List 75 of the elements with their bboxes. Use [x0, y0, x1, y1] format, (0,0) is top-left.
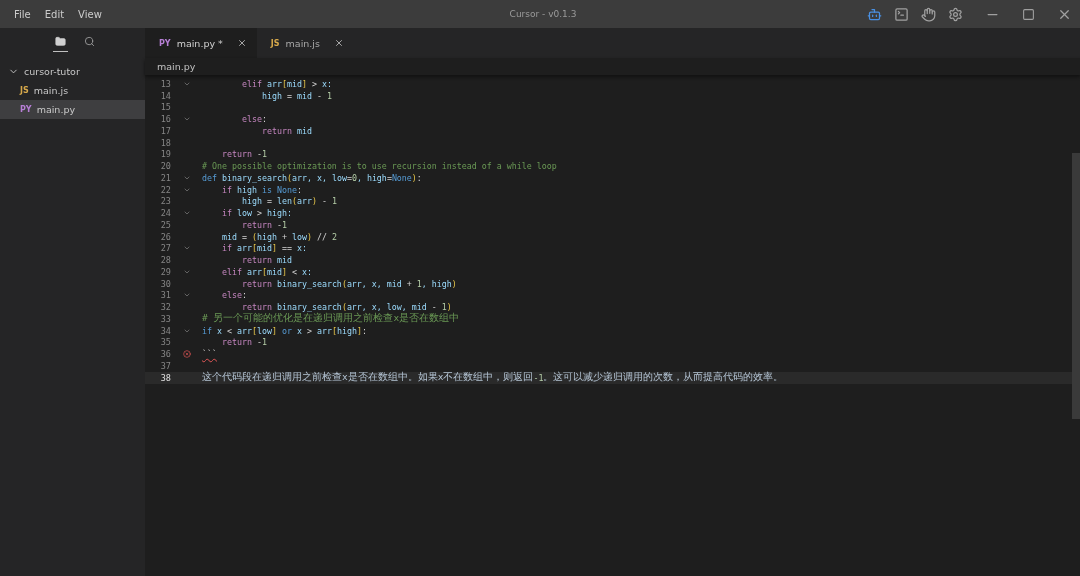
menu-item[interactable]: File — [14, 8, 31, 20]
code-line: elif arr[mid] < x: — [220, 266, 312, 277]
close-icon[interactable] — [333, 38, 344, 48]
file-name: cursor-tutor — [24, 66, 80, 77]
hand-icon[interactable] — [921, 6, 936, 22]
terminal-icon[interactable] — [894, 6, 909, 22]
line-number: 18 — [159, 137, 171, 148]
code-line: 这个代码段在递归调用之前检查x是否在数组中。如果x不在数组中，则返回-1。这可以减少递归调用的次数，从而提高代码的效率。 — [202, 371, 784, 385]
code-line: return mid — [240, 255, 292, 266]
code-line: return -1 — [220, 337, 267, 348]
file-type-label: PY — [159, 38, 171, 48]
file-name: main.js — [33, 85, 69, 96]
scrollbar[interactable] — [1072, 153, 1080, 419]
file-name: main.py — [36, 104, 76, 115]
line-number: 34 — [159, 325, 171, 336]
window-title: Cursor - v0.1.3 — [508, 9, 578, 19]
line-number: 20 — [159, 161, 171, 172]
line-number: 29 — [159, 266, 171, 277]
file-tree-item[interactable]: PY main.py — [0, 100, 145, 119]
close-icon[interactable] — [236, 38, 247, 48]
code-line: if low > high: — [220, 208, 292, 219]
line-number: 13 — [159, 78, 171, 89]
tab-label: main.py * — [176, 37, 224, 49]
line-number: 25 — [159, 219, 171, 230]
code-line: return binary_search(arr, x, mid + 1, high) — [240, 278, 457, 289]
code-line: if x < arr[low] or x > arr[high]: — [202, 325, 367, 336]
folder-icon[interactable] — [52, 34, 68, 52]
line-number: 22 — [159, 184, 171, 195]
code-line: mid = (high + low) // 2 — [220, 231, 337, 242]
code-line: if high is None: — [220, 184, 302, 195]
line-number: 36 — [159, 349, 171, 360]
line-number: 32 — [159, 302, 171, 313]
line-number: 17 — [159, 125, 171, 136]
file-type-label: PY — [20, 105, 32, 114]
code-line: return mid — [260, 125, 312, 136]
robot-icon[interactable] — [867, 6, 882, 22]
line-number: 21 — [159, 172, 171, 183]
tab-label: main.js — [285, 37, 321, 49]
line-number: 24 — [159, 208, 171, 219]
menu-item[interactable]: Edit — [44, 8, 65, 20]
file-tree-item[interactable]: JS main.js — [0, 81, 145, 100]
file-tree-item[interactable]: cursor-tutor — [0, 62, 145, 81]
line-number: 31 — [159, 290, 171, 301]
code-line: # One possible optimization is to use recursion instead of a while loop — [202, 161, 557, 172]
file-type-label: JS — [270, 38, 280, 48]
line-number: 23 — [159, 196, 171, 207]
line-number: 38 — [159, 372, 171, 383]
code-line: return binary_search(arr, x, low, mid - 1) — [241, 302, 452, 313]
code-line: else: — [240, 114, 267, 125]
line-number: 33 — [159, 313, 171, 324]
line-number: 26 — [159, 231, 171, 242]
line-number: 30 — [159, 278, 171, 289]
menu-item[interactable]: View — [78, 8, 102, 20]
line-number: 14 — [159, 90, 171, 101]
code-line: def binary_search(arr, x, low=0, high=None): — [202, 172, 422, 183]
code-line: if arr[mid] == x: — [220, 243, 307, 254]
code-line: return -1 — [240, 219, 287, 230]
code-line: high = len(arr) - 1 — [240, 196, 337, 207]
line-number: 28 — [159, 255, 171, 266]
editor-tab[interactable]: PY main.py * — [145, 28, 257, 58]
code-line: high = mid - 1 — [260, 90, 332, 101]
line-number: 16 — [159, 114, 171, 125]
code-line: elif arr[mid] > x: — [240, 78, 332, 89]
code-line: ``` — [202, 349, 217, 360]
code-line: return -1 — [220, 149, 267, 160]
file-type-label: JS — [20, 86, 29, 95]
breadcrumb[interactable]: main.py — [145, 58, 1080, 75]
line-number: 37 — [159, 360, 171, 371]
line-number: 35 — [159, 337, 171, 348]
line-number: 15 — [159, 102, 171, 113]
settings-icon[interactable] — [948, 6, 963, 22]
code-line: # 另一个可能的优化是在递归调用之前检查x是否在数组中 — [202, 312, 460, 326]
code-line: else: — [220, 290, 247, 301]
line-number: 19 — [159, 149, 171, 160]
line-number: 27 — [159, 243, 171, 254]
